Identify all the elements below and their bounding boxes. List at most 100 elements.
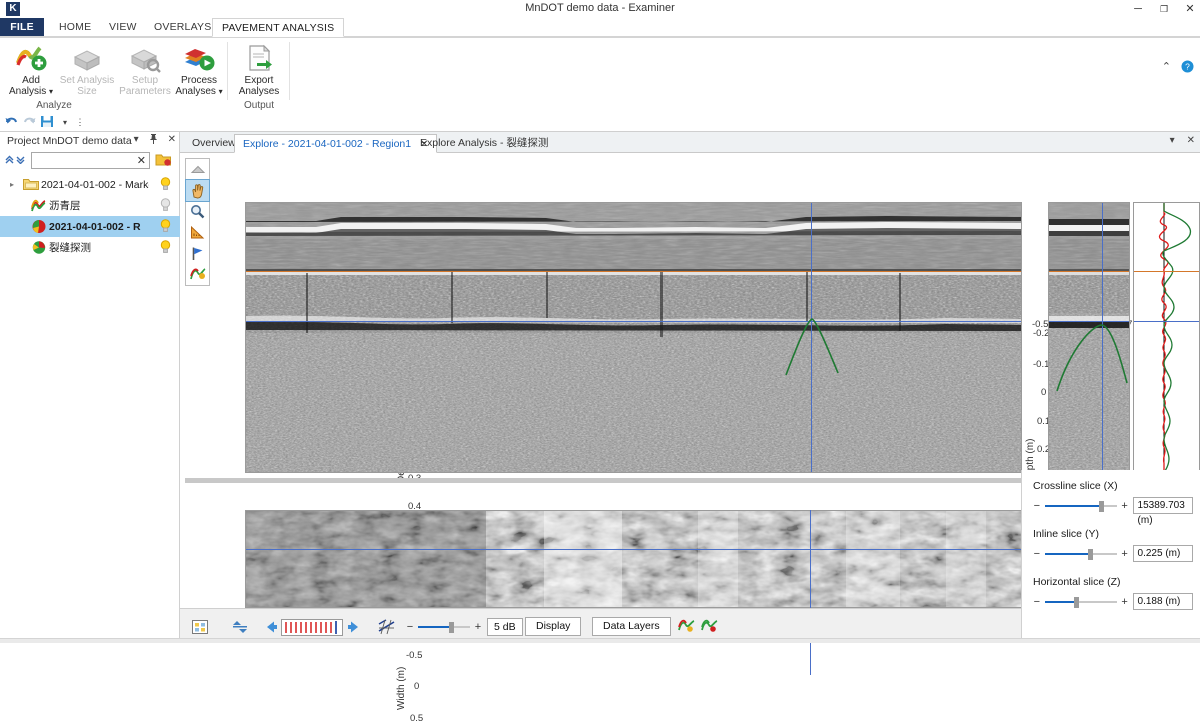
ribbon-group-output: Export Analyses Output [228,38,290,113]
hyperbola-fit-icon[interactable] [186,264,209,285]
inline-increment-button[interactable]: + [1121,548,1129,560]
add-analysis-label-line1: Add [22,75,40,86]
ribbon-tab-overlays[interactable]: OVERLAYS [145,18,220,37]
tree-item-asphalt-layer[interactable]: 沥青层 [0,195,180,216]
tab-menu-icon[interactable]: ▾ [1170,135,1175,146]
inline-value-field[interactable]: 0.225 (m) [1132,545,1193,562]
surface-marker-line [1134,271,1199,272]
folder-icon [21,177,41,193]
inline-radargram-plot[interactable] [1048,202,1130,473]
slider-fill [1044,600,1075,603]
project-search-input[interactable]: ✕ [31,152,150,169]
ribbon-tab-pavement-analysis[interactable]: PAVEMENT ANALYSIS [212,18,345,37]
next-arrow-icon[interactable] [346,617,360,636]
slider-knob[interactable] [1073,596,1079,608]
data-layers-button[interactable]: Data Layers [592,617,671,636]
process-analyses-dropdown-icon[interactable]: ▾ [219,87,223,96]
save-icon[interactable] [40,115,56,130]
horizontal-slice-plot[interactable] [245,510,1022,608]
pan-hand-icon[interactable] [185,179,210,202]
horizontal-decrement-button[interactable]: − [1033,596,1041,608]
export-analyses-button[interactable]: Export Analyses [228,41,290,97]
project-panel-close-icon[interactable]: ✕ [168,134,176,145]
slider-knob[interactable] [449,621,455,633]
slider-knob[interactable] [1099,500,1105,512]
visibility-bulb-icon[interactable] [160,219,171,233]
inline-slice-marker-line[interactable] [246,549,1021,550]
tab-explore-analysis[interactable]: Explore Analysis - 裂缝探测 [412,134,556,153]
application-window: K MnDOT demo data - Examiner ─ ❐ ✕ FILE … [0,0,1200,724]
redo-icon[interactable] [22,115,38,130]
inline-slice-marker-line[interactable] [246,321,1021,322]
qat-overflow-icon[interactable]: ⋮ [72,115,88,130]
qat-dropdown-icon[interactable]: ▾ [57,115,73,130]
visibility-bulb-icon[interactable] [160,198,171,212]
flag-marker-icon[interactable] [186,243,209,264]
ribbon-tab-view[interactable]: VIEW [100,18,146,37]
tree-item-crack-detection[interactable]: 裂缝探测 [0,237,180,258]
tree-item-label: 2021-04-01-002 - R [49,220,141,233]
add-folder-icon[interactable] [155,152,173,169]
close-button[interactable]: ✕ [1184,0,1196,18]
zoom-magnifier-icon[interactable] [186,201,209,222]
swap-vertical-icon[interactable] [232,617,248,636]
process-analyses-label-text: Analyses [175,86,216,97]
visibility-bulb-icon[interactable] [160,240,171,254]
visibility-bulb-icon[interactable] [160,177,171,191]
gain-slider[interactable] [418,621,470,633]
horizontal-slice-label: Horizontal slice (Z) [1033,576,1121,588]
project-panel-title: Project MnDOT demo data [7,135,132,147]
layer-visible-icon[interactable] [678,617,695,636]
help-icon[interactable]: ? [1181,60,1194,73]
tree-item-region-selected[interactable]: 2021-04-01-002 - R [0,216,180,237]
horizontal-slider[interactable] [1044,596,1117,608]
maximize-button[interactable]: ❐ [1158,0,1170,18]
ribbon-tab-home[interactable]: HOME [50,18,100,37]
crossline-slice-marker-line-plan[interactable] [810,510,811,675]
grid-view-icon[interactable] [192,617,208,636]
inline-slider[interactable] [1044,548,1117,560]
gain-increment-button[interactable]: + [474,621,482,633]
trace-range-selector[interactable] [281,618,343,637]
crossline-decrement-button[interactable]: − [1033,500,1041,512]
tree-item-marker-folder[interactable]: ▸ 2021-04-01-002 - Marker [0,174,180,195]
pin-icon[interactable] [149,134,158,144]
process-analyses-button[interactable]: Process Analyses ▾ [168,41,230,97]
horizontal-value-field[interactable]: 0.188 (m) [1132,593,1193,610]
add-analysis-label-text: Analysis [8,86,47,97]
tree-expand-collapse-icons[interactable] [5,154,27,164]
add-analysis-dropdown-icon[interactable]: ▾ [49,87,53,96]
svg-text:?: ? [1185,62,1190,72]
wiggle-display-icon[interactable] [378,617,395,636]
trace-line-plot[interactable] [1133,202,1200,473]
minimize-button[interactable]: ─ [1132,0,1144,18]
slider-knob[interactable] [1087,548,1093,560]
inline-decrement-button[interactable]: − [1033,548,1041,560]
project-tree: ▸ 2021-04-01-002 - Marker 沥青层 2021-04-01… [0,174,180,258]
crossline-increment-button[interactable]: + [1121,500,1129,512]
crossline-value-field[interactable]: 15389.703 (m) [1132,497,1193,526]
tab-close-all-icon[interactable]: ✕ [1187,135,1195,146]
ribbon-tab-file[interactable]: FILE [0,18,44,37]
crossline-slider[interactable] [1044,500,1117,512]
crossline-radargram-plot[interactable] [245,202,1022,473]
tab-explore-region1[interactable]: Explore - 2021-04-01-002 - Region1 ✕ [234,134,438,153]
gain-value-field[interactable]: 5 dB [487,617,523,636]
gain-decrement-button[interactable]: − [406,621,414,633]
undo-icon[interactable] [4,115,20,130]
display-button[interactable]: Display [525,617,582,636]
ribbon-collapse-icon[interactable]: ⌃ [1162,60,1171,73]
trace-navigator-icon[interactable] [265,617,279,636]
clear-search-icon[interactable]: ✕ [137,154,146,167]
add-analysis-button[interactable]: Add Analysis ▾ [0,41,62,97]
display-button-wrap: Display [525,617,582,636]
measure-ruler-icon[interactable] [186,222,209,243]
horizontal-increment-button[interactable]: + [1121,596,1129,608]
project-panel-dropdown-icon[interactable]: ▾ [134,134,139,145]
collapse-toolbar-icon[interactable] [186,159,209,180]
set-analysis-size-button[interactable]: Set Analysis Size [56,41,118,97]
setup-parameters-label-line2: Parameters [119,86,171,97]
tree-expander-icon[interactable]: ▸ [10,180,21,189]
setup-parameters-button[interactable]: Setup Parameters [114,41,176,97]
layer-analysis-icon[interactable] [701,617,718,636]
